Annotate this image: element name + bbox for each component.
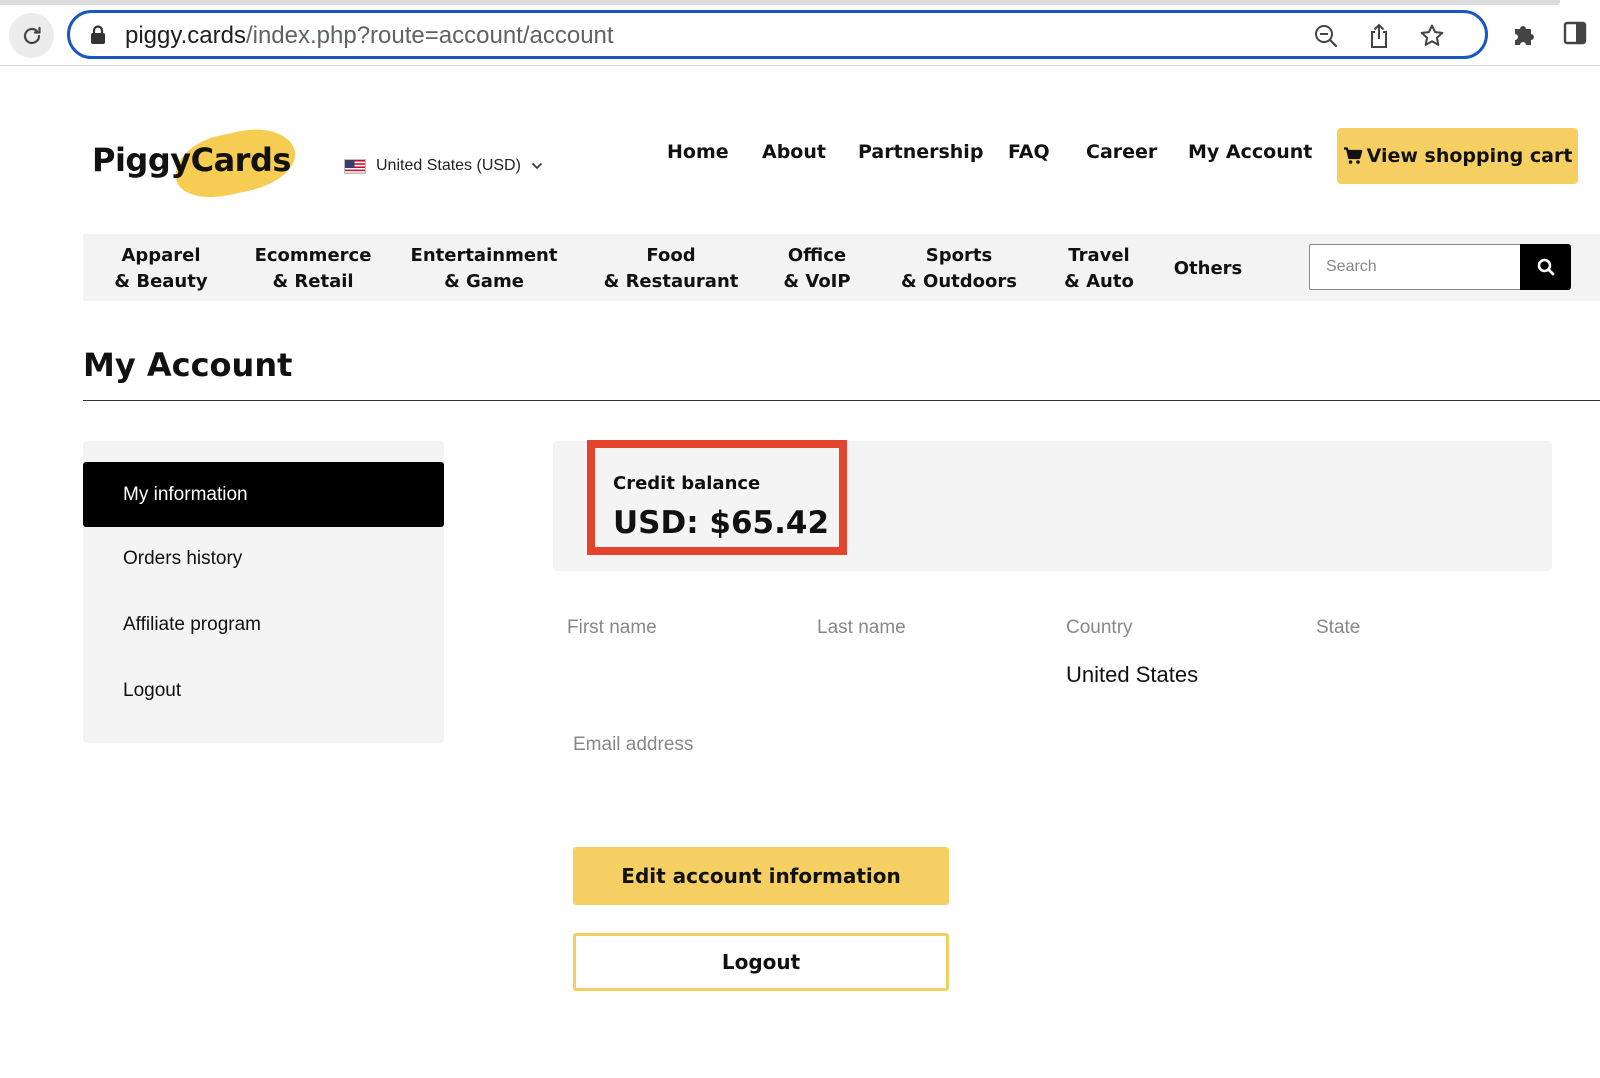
nav-career[interactable]: Career <box>1086 141 1157 163</box>
nav-about[interactable]: About <box>762 141 826 163</box>
edit-account-button[interactable]: Edit account information <box>573 847 949 905</box>
bookmark-star-icon[interactable] <box>1419 23 1445 49</box>
first-name-label: First name <box>567 617 657 638</box>
category-food-restaurant[interactable]: Food & Restaurant <box>591 243 751 295</box>
lock-icon <box>91 25 105 44</box>
email-address-label: Email address <box>573 734 694 755</box>
reload-button[interactable] <box>9 13 54 58</box>
category-office-voip[interactable]: Office & VoIP <box>769 243 865 295</box>
side-panel-icon[interactable] <box>1563 21 1587 45</box>
tab-strip-edge <box>0 0 1560 5</box>
category-sports-outdoors[interactable]: Sports & Outdoors <box>889 243 1029 295</box>
category-apparel-beauty[interactable]: Apparel & Beauty <box>99 243 223 295</box>
reload-icon <box>23 26 41 44</box>
url-text[interactable]: piggy.cards/index.php?route=account/acco… <box>125 22 614 50</box>
search-icon <box>1537 258 1554 276</box>
search-field[interactable] <box>1309 244 1520 290</box>
nav-home[interactable]: Home <box>667 141 729 163</box>
address-bar[interactable]: piggy.cards/index.php?route=account/acco… <box>67 10 1488 59</box>
sidebar-item-affiliate-program[interactable]: Affiliate program <box>83 592 444 657</box>
chevron-down-icon <box>531 162 543 170</box>
country-value: United States <box>1066 662 1199 687</box>
credit-balance-label: Credit balance <box>613 473 761 494</box>
category-travel-auto[interactable]: Travel & Auto <box>1049 243 1149 295</box>
sidebar-item-logout[interactable]: Logout <box>83 658 444 723</box>
url-host: piggy.cards <box>125 22 246 49</box>
extensions-icon[interactable] <box>1511 21 1537 47</box>
nav-faq[interactable]: FAQ <box>1008 141 1050 163</box>
category-others[interactable]: Others <box>1163 256 1253 282</box>
us-flag-icon <box>344 158 366 174</box>
sidebar-item-orders-history[interactable]: Orders history <box>83 526 444 591</box>
page-title: My Account <box>83 346 293 384</box>
zoom-out-icon[interactable] <box>1313 23 1339 49</box>
region-selector[interactable]: United States (USD) <box>344 157 543 175</box>
category-entertainment-game[interactable]: Entertainment & Game <box>401 243 567 295</box>
country-label: Country <box>1066 617 1133 638</box>
logo-text: PiggyCards <box>92 141 291 179</box>
credit-balance-value: USD: $65.42 <box>613 505 830 541</box>
title-divider <box>83 400 1600 401</box>
nav-partnership[interactable]: Partnership <box>858 141 983 163</box>
last-name-label: Last name <box>817 617 906 638</box>
piggycards-logo[interactable]: PiggyCards <box>90 120 301 206</box>
url-path: /index.php?route=account/account <box>245 22 614 49</box>
region-label: United States (USD) <box>376 157 521 174</box>
search-button[interactable] <box>1520 244 1571 290</box>
logout-button[interactable]: Logout <box>573 933 949 991</box>
nav-my-account[interactable]: My Account <box>1188 141 1312 163</box>
account-sidebar: My information Orders history Affiliate … <box>83 441 444 743</box>
view-cart-button[interactable]: View shopping cart <box>1337 128 1578 184</box>
shopping-cart-icon <box>1343 147 1362 164</box>
category-ecommerce-retail[interactable]: Ecommerce & Retail <box>243 243 383 295</box>
share-icon[interactable] <box>1367 23 1391 49</box>
sidebar-item-my-information[interactable]: My information <box>83 462 444 527</box>
search-input[interactable] <box>1310 245 1520 289</box>
state-label: State <box>1316 617 1361 638</box>
browser-toolbar: piggy.cards/index.php?route=account/acco… <box>0 0 1600 66</box>
view-cart-label: View shopping cart <box>1366 145 1573 167</box>
